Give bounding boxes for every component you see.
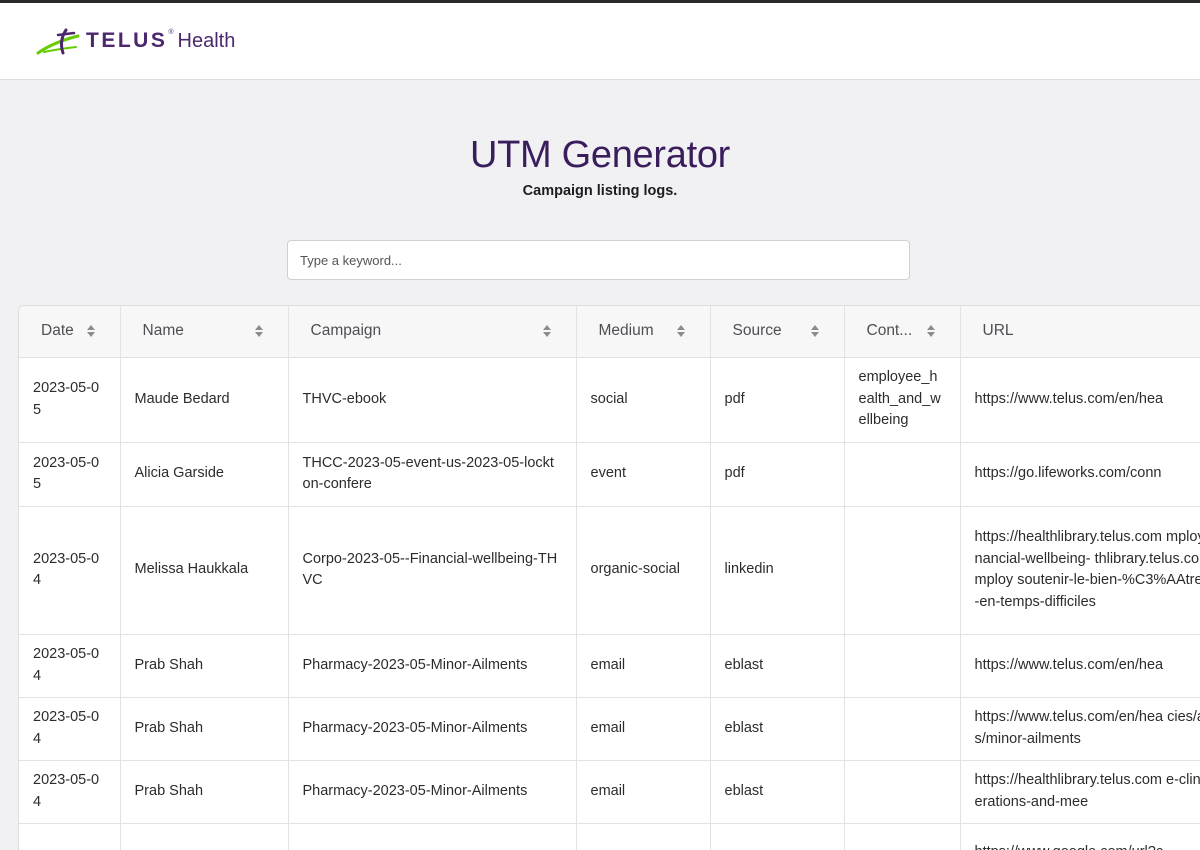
column-header-label: Date (41, 322, 74, 340)
table-row[interactable]: 2023-05-05 Maude Bedard THVC-ebook social pd… (19, 357, 1200, 443)
cell-url: https://healthlibrary.telus.com e-clinic… (960, 760, 1200, 824)
cell-name: Melissa Haukkala (120, 506, 289, 635)
cell-medium: social (576, 357, 711, 443)
cell-date (19, 823, 121, 850)
sort-icon[interactable] (254, 324, 264, 338)
cell-source: eblast (710, 634, 845, 698)
cell-campaign: Pharmacy-2023-05-Minor-Ailments (288, 697, 577, 761)
column-header-label: Cont... (866, 322, 913, 340)
cell-name: Prab Shah (120, 634, 289, 698)
page-title: UTM Generator (469, 134, 731, 176)
cell-date: 2023-05-05 (19, 442, 121, 507)
page-subtitle: Campaign listing logs. (522, 183, 678, 199)
sort-icon[interactable] (676, 324, 686, 338)
cell-medium: email (576, 760, 711, 824)
column-header-date[interactable]: Date (19, 306, 121, 358)
cell-source: pdf (710, 442, 845, 507)
column-header-medium[interactable]: Medium (576, 306, 711, 358)
cell-campaign: Pharmacy-2023-05-Minor-Ailments (288, 634, 577, 698)
cell-content (844, 697, 961, 761)
campaign-table-container[interactable]: Date Name Campaign Medium Source Cont... URL 2… (18, 305, 1200, 850)
cell-medium (576, 823, 711, 850)
column-header-source[interactable]: Source (710, 306, 845, 358)
cell-date: 2023-05-05 (19, 357, 121, 443)
column-header-name[interactable]: Name (120, 306, 289, 358)
telus-leaf-icon (36, 28, 80, 55)
campaign-table: Date Name Campaign Medium Source Cont... URL 2… (19, 306, 1200, 850)
column-header-label: Medium (598, 322, 654, 340)
cell-name: Maude Bedard (120, 357, 289, 443)
site-header: TELUS ® Health (0, 3, 1200, 80)
column-header-campaign[interactable]: Campaign (288, 306, 577, 358)
cell-content (844, 442, 961, 507)
cell-campaign: Pharmacy-2023-05-Minor-Ailments (288, 760, 577, 824)
registered-mark: ® (168, 29, 174, 36)
brand-wordmark: TELUS (86, 29, 168, 52)
column-header-url: URL (960, 306, 1200, 358)
cell-date: 2023-05-04 (19, 634, 121, 698)
brand-subname: Health (177, 29, 236, 52)
cell-source: eblast (710, 697, 845, 761)
column-header-label: Source (732, 322, 782, 340)
cell-url: https://www.google.com/url?c (960, 823, 1200, 850)
cell-content (844, 823, 961, 850)
table-row[interactable]: https://www.google.com/url?c (19, 823, 1200, 850)
cell-url: https://www.telus.com/en/hea cies/add-on… (960, 697, 1200, 761)
cell-date: 2023-05-04 (19, 506, 121, 635)
cell-campaign: THCC-2023-05-event-us-2023-05-lockton-co… (288, 442, 577, 507)
column-header-label: URL (982, 322, 1014, 340)
cell-medium: email (576, 697, 711, 761)
cell-url: https://www.telus.com/en/hea (960, 357, 1200, 443)
cell-source (710, 823, 845, 850)
sort-icon[interactable] (86, 324, 96, 338)
column-header-label: Campaign (310, 322, 382, 340)
cell-source: pdf (710, 357, 845, 443)
cell-medium: email (576, 634, 711, 698)
cell-content (844, 506, 961, 635)
cell-name: Alicia Garside (120, 442, 289, 507)
cell-url: https://healthlibrary.telus.com mployees… (960, 506, 1200, 635)
cell-content (844, 634, 961, 698)
table-header-row: Date Name Campaign Medium Source Cont... URL (19, 306, 1200, 358)
cell-campaign: Corpo-2023-05--Financial-wellbeing-THVC (288, 506, 577, 635)
cell-url: https://www.telus.com/en/hea (960, 634, 1200, 698)
cell-campaign (288, 823, 577, 850)
table-row[interactable]: 2023-05-04 Prab Shah Pharmacy-2023-05-Mino… (19, 697, 1200, 761)
cell-date: 2023-05-04 (19, 697, 121, 761)
cell-medium: organic-social (576, 506, 711, 635)
telus-health-logo[interactable]: TELUS ® Health (36, 25, 235, 57)
cell-campaign: THVC-ebook (288, 357, 577, 443)
cell-name: Prab Shah (120, 760, 289, 824)
table-row[interactable]: 2023-05-04 Melissa Haukkala Corpo-2023-05-… (19, 506, 1200, 635)
sort-icon[interactable] (810, 324, 820, 338)
sort-icon[interactable] (926, 324, 936, 338)
cell-name (120, 823, 289, 850)
table-row[interactable]: 2023-05-04 Prab Shah Pharmacy-2023-05-Mino… (19, 760, 1200, 824)
cell-medium: event (576, 442, 711, 507)
column-header-content[interactable]: Cont... (844, 306, 961, 358)
cell-source: eblast (710, 760, 845, 824)
cell-content: employee_health_and_wellbeing (844, 357, 961, 443)
cell-name: Prab Shah (120, 697, 289, 761)
cell-source: linkedin (710, 506, 845, 635)
search-input[interactable] (287, 240, 910, 280)
table-row[interactable]: 2023-05-05 Alicia Garside THCC-2023-05-eve… (19, 442, 1200, 507)
column-header-label: Name (142, 322, 184, 340)
cell-date: 2023-05-04 (19, 760, 121, 824)
sort-icon[interactable] (542, 324, 552, 338)
cell-url: https://go.lifeworks.com/conn (960, 442, 1200, 507)
cell-content (844, 760, 961, 824)
table-row[interactable]: 2023-05-04 Prab Shah Pharmacy-2023-05-Mino… (19, 634, 1200, 698)
